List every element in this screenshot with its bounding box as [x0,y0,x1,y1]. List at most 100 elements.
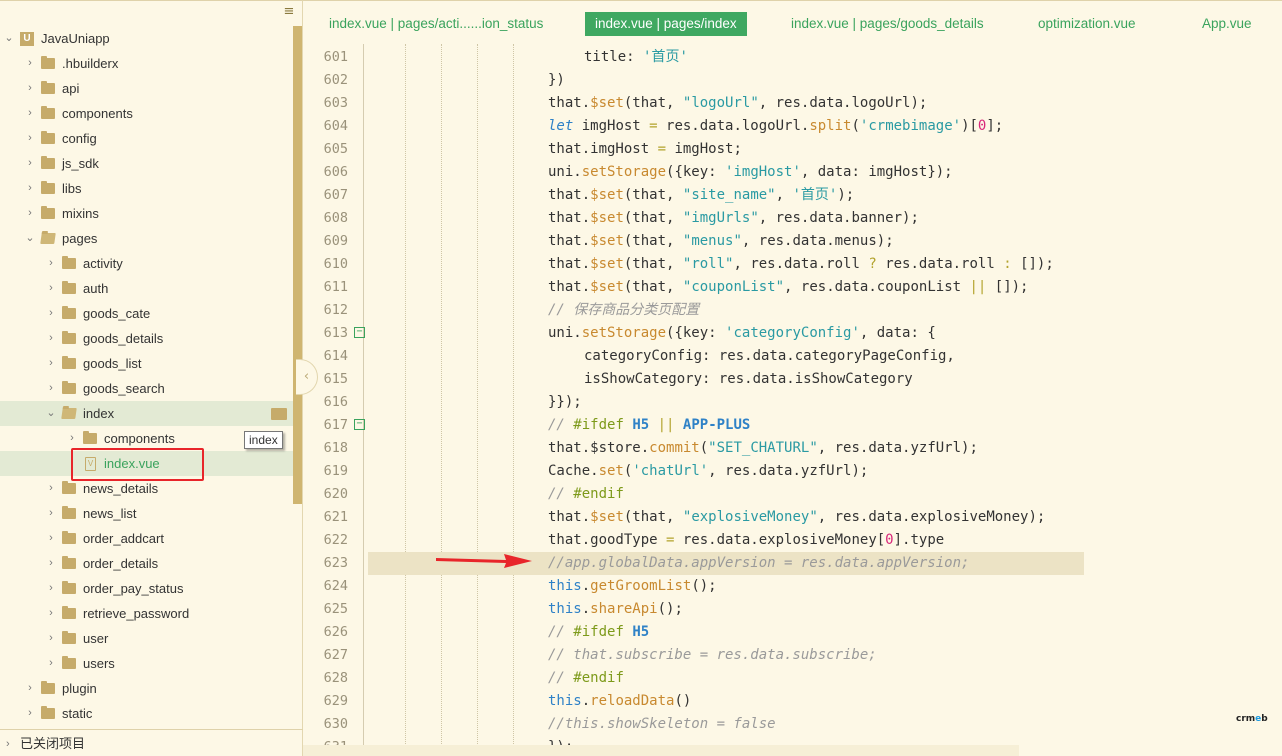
chevron-right-icon[interactable]: › [24,176,36,201]
tree-item[interactable]: › activity [0,251,293,276]
fold-toggle-icon[interactable]: − [354,327,365,338]
chevron-right-icon[interactable]: › [45,251,57,276]
chevron-right-icon[interactable]: › [24,101,36,126]
tree-item[interactable]: › auth [0,276,293,301]
tree-item[interactable]: › news_list [0,501,293,526]
tab-app-vue[interactable]: App.vue [1202,12,1252,36]
tree-item[interactable]: ⌄ index [0,401,293,426]
code-line[interactable]: 629 this.reloadData() [303,690,1282,713]
tree-item[interactable]: › order_addcart [0,526,293,551]
chevron-right-icon[interactable]: › [45,326,57,351]
code-line[interactable]: 627 // that.subscribe = res.data.subscrib… [303,644,1282,667]
tree-item[interactable]: › components [0,101,293,126]
chevron-right-icon[interactable]: › [45,501,57,526]
code-line[interactable]: 612 // 保存商品分类页配置 [303,299,1282,322]
tree-item[interactable]: › plugin [0,676,293,701]
tree-item[interactable]: › news_details [0,476,293,501]
tree-item[interactable]: › js_sdk [0,151,293,176]
chevron-right-icon[interactable]: › [45,351,57,376]
tree-item[interactable]: › goods_list [0,351,293,376]
chevron-right-icon[interactable]: › [45,601,57,626]
open-folder-icon[interactable] [271,408,287,420]
chevron-right-icon[interactable]: › [45,576,57,601]
closed-projects-section[interactable]: › 已关闭项目 [0,729,303,756]
tree-item[interactable]: › retrieve_password [0,601,293,626]
code-line[interactable]: 602}) [303,69,1282,92]
tab-pages-index[interactable]: index.vue | pages/index [585,12,747,36]
tree-item[interactable]: › users [0,651,293,676]
tree-item[interactable]: › order_pay_status [0,576,293,601]
code-line[interactable]: 601 title: '首页' [303,46,1282,69]
code-line[interactable]: 618 that.$store.commit("SET_CHATURL", res… [303,437,1282,460]
code-line[interactable]: 603 that.$set(that, "logoUrl", res.data.l… [303,92,1282,115]
code-line[interactable]: 610 that.$set(that, "roll", res.data.roll… [303,253,1282,276]
chevron-right-icon[interactable]: › [45,651,57,676]
code-line[interactable]: 604 let imgHost = res.data.logoUrl.split(… [303,115,1282,138]
code-line[interactable]: 619 Cache.set('chatUrl', res.data.yzfUrl)… [303,460,1282,483]
tree-item[interactable]: › order_details [0,551,293,576]
tree-project-root[interactable]: ⌄ U JavaUniapp [0,26,293,51]
tree-item[interactable]: › goods_cate [0,301,293,326]
code-line[interactable]: 620 // #endif [303,483,1282,506]
tree-item[interactable]: › goods_details [0,326,293,351]
chevron-right-icon[interactable]: › [45,376,57,401]
tab-goods-details-index[interactable]: index.vue | pages/goods_details [791,12,984,36]
chevron-right-icon[interactable]: › [45,276,57,301]
code-line[interactable]: 608 that.$set(that, "imgUrls", res.data.b… [303,207,1282,230]
code-line[interactable]: 607 that.$set(that, "site_name", '首页'); [303,184,1282,207]
chevron-right-icon[interactable]: › [24,151,36,176]
fold-toggle-icon[interactable]: − [354,419,365,430]
code-line[interactable]: 624 this.getGroomList(); [303,575,1282,598]
tab-activity-index[interactable]: index.vue | pages/acti......ion_status [329,12,543,36]
tree-item[interactable]: Vindex.vue [0,451,293,476]
code-line[interactable]: 622 that.goodType = res.data.explosiveMon… [303,529,1282,552]
tree-item[interactable]: › static [0,701,293,726]
tree-item[interactable]: ⌄ pages [0,226,293,251]
tree-item[interactable]: › api [0,76,293,101]
code-line[interactable]: 605 that.imgHost = imgHost; [303,138,1282,161]
tree-item[interactable]: › goods_search [0,376,293,401]
chevron-right-icon[interactable]: › [24,76,36,101]
tab-optimization[interactable]: optimization.vue [1038,12,1136,36]
code-line[interactable]: 617− // #ifdef H5 || APP-PLUS [303,414,1282,437]
tree-item[interactable]: › config [0,126,293,151]
tree-item-label: components [104,431,175,446]
tree-item[interactable]: › libs [0,176,293,201]
chevron-right-icon[interactable]: › [24,126,36,151]
tree-item-label: index.vue [104,456,160,471]
code-line[interactable]: 625 this.shareApi(); [303,598,1282,621]
code-token: "roll" [682,256,734,272]
chevron-down-icon[interactable]: ⌄ [24,226,36,251]
hamburger-menu-icon[interactable]: ≡ [282,5,296,19]
chevron-right-icon[interactable]: › [66,426,78,451]
code-line[interactable]: 626 // #ifdef H5 [303,621,1282,644]
tree-item[interactable]: › mixins [0,201,293,226]
chevron-right-icon[interactable]: › [24,701,36,726]
chevron-right-icon[interactable]: › [45,626,57,651]
chevron-right-icon[interactable]: › [24,51,36,76]
code-editor[interactable]: 601 title: '首页' 602}) 603 that.$set(that, "l… [303,44,1282,756]
code-line[interactable]: 621 that.$set(that, "explosiveMoney", res… [303,506,1282,529]
code-line[interactable]: 630 //this.showSkeleton = false [303,713,1282,736]
code-line[interactable]: 628 // #endif [303,667,1282,690]
chevron-right-icon[interactable]: › [45,476,57,501]
code-line[interactable]: 614 categoryConfig: res.data.categoryPage… [303,345,1282,368]
code-line[interactable]: 613− uni.setStorage({key: 'categoryConfig… [303,322,1282,345]
horizontal-scrollbar[interactable] [303,745,1019,756]
sidebar-scrollbar[interactable] [293,26,302,504]
chevron-right-icon[interactable]: › [24,676,36,701]
chevron-right-icon[interactable]: › [45,526,57,551]
folder-icon [41,131,55,144]
code-line[interactable]: 615 isShowCategory: res.data.isShowCatego… [303,368,1282,391]
chevron-right-icon[interactable]: › [24,201,36,226]
code-line[interactable]: 611 that.$set(that, "couponList", res.dat… [303,276,1282,299]
code-line[interactable]: 616}}); [303,391,1282,414]
tree-item[interactable]: › .hbuilderx [0,51,293,76]
chevron-right-icon[interactable]: › [45,551,57,576]
tree-item[interactable]: › user [0,626,293,651]
chevron-right-icon[interactable]: › [45,301,57,326]
code-line[interactable]: 606 uni.setStorage({key: 'imgHost', data:… [303,161,1282,184]
chevron-down-icon[interactable]: ⌄ [45,401,57,426]
code-line[interactable]: 609 that.$set(that, "menus", res.data.men… [303,230,1282,253]
